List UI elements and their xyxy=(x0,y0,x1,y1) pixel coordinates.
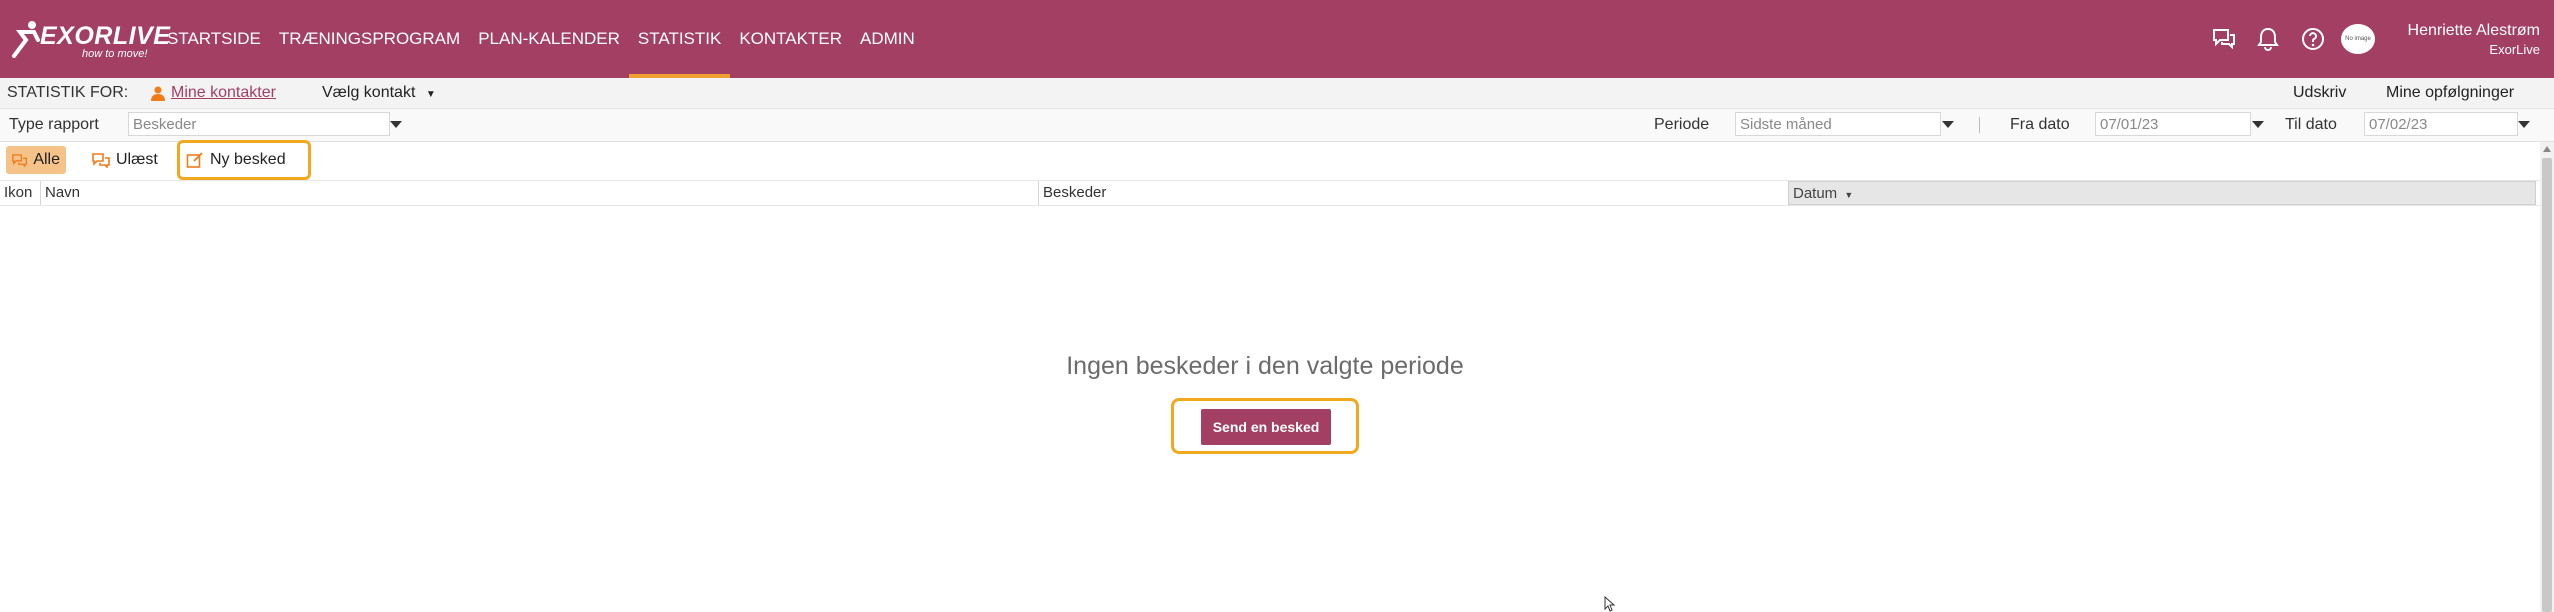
unread-chat-icon xyxy=(92,153,110,168)
nav-plan-kalender[interactable]: PLAN-KALENDER xyxy=(469,0,629,78)
from-date-caret-icon[interactable] xyxy=(2252,121,2264,128)
scrollbar-thumb[interactable] xyxy=(2542,158,2552,612)
user-avatar[interactable]: No image xyxy=(2341,24,2375,54)
to-date-caret-icon[interactable] xyxy=(2518,121,2530,128)
my-followups-link[interactable]: Mine opfølgninger xyxy=(2386,84,2514,102)
period-select[interactable]: Sidste måned xyxy=(1735,112,1941,136)
person-icon xyxy=(151,86,165,101)
choose-contact-label: Vælg kontakt xyxy=(322,84,416,101)
send-message-highlight: Send en besked xyxy=(1171,398,1359,454)
my-contacts-label: Mine kontakter xyxy=(171,84,276,101)
column-messages[interactable]: Beskeder xyxy=(1038,181,1786,205)
from-date-input[interactable]: 07/01/23 xyxy=(2095,112,2251,136)
column-icon[interactable]: Ikon xyxy=(0,181,40,205)
messages-table-header: Ikon Navn Beskeder Datum ▼ xyxy=(0,180,2540,206)
period-caret-icon[interactable] xyxy=(1942,121,1954,128)
mouse-cursor-icon xyxy=(1604,596,1616,612)
nav-traeningsprogram[interactable]: TRÆNINGSPROGRAM xyxy=(270,0,469,78)
report-type-label: Type rapport xyxy=(9,116,99,133)
statistic-for-label: STATISTIK FOR: xyxy=(7,84,129,101)
help-icon[interactable] xyxy=(2300,26,2326,52)
report-type-caret-icon[interactable] xyxy=(390,121,402,128)
filter-all-button[interactable]: Alle xyxy=(6,146,66,174)
user-organization: ExorLive xyxy=(2489,42,2540,57)
to-date-input[interactable]: 07/02/23 xyxy=(2364,112,2518,136)
to-date-label: Til dato xyxy=(2285,116,2337,133)
send-message-button[interactable]: Send en besked xyxy=(1201,409,1331,445)
new-message-button[interactable]: Ny besked xyxy=(177,140,311,180)
report-type-select[interactable]: Beskeder xyxy=(128,112,390,136)
logo-tagline: how to move! xyxy=(82,48,148,60)
column-name[interactable]: Navn xyxy=(40,181,1038,205)
caret-down-icon: ▼ xyxy=(425,89,436,100)
nav-statistik[interactable]: STATISTIK xyxy=(628,0,731,78)
print-link[interactable]: Udskriv xyxy=(2293,84,2346,102)
new-message-label: Ny besked xyxy=(210,151,286,168)
filter-divider xyxy=(1979,117,1980,133)
period-label: Periode xyxy=(1654,116,1710,133)
nav-startside[interactable]: STARTSIDE xyxy=(158,0,270,78)
empty-state-message: Ingen beskeder i den valgte periode xyxy=(1066,352,1464,380)
bell-icon[interactable] xyxy=(2255,26,2281,52)
my-contacts-link[interactable]: Mine kontakter xyxy=(150,84,276,102)
top-navigation-bar: EXORLIVE how to move! STARTSIDE TRÆNINGS… xyxy=(0,0,2554,78)
filter-unread-button[interactable]: Ulæst xyxy=(86,146,168,174)
exorlive-logo[interactable]: EXORLIVE how to move! xyxy=(10,18,170,62)
statistic-for-bar: STATISTIK FOR: Mine kontakter Vælg konta… xyxy=(0,78,2554,109)
user-name[interactable]: Henriette Alestrøm xyxy=(2390,22,2540,40)
filter-bar: Type rapport Beskeder Periode Sidste mån… xyxy=(0,109,2554,142)
nav-kontakter[interactable]: KONTAKTER xyxy=(730,0,851,78)
scroll-up-icon[interactable] xyxy=(2543,146,2551,152)
compose-icon xyxy=(186,152,203,168)
column-date-label: Datum xyxy=(1793,185,1838,202)
nav-admin[interactable]: ADMIN xyxy=(851,0,924,78)
logo-text: EXORLIVE xyxy=(40,22,171,50)
chat-icon[interactable] xyxy=(2211,26,2237,52)
choose-contact-dropdown[interactable]: Vælg kontakt ▼ xyxy=(322,84,436,102)
chat-bubbles-icon xyxy=(12,154,28,168)
vertical-scrollbar[interactable] xyxy=(2540,142,2554,612)
main-nav: STARTSIDE TRÆNINGSPROGRAM PLAN-KALENDER … xyxy=(158,0,924,78)
from-date-label: Fra dato xyxy=(2010,116,2070,133)
column-date[interactable]: Datum ▼ xyxy=(1788,181,2536,205)
filter-unread-label: Ulæst xyxy=(116,151,158,168)
message-toolbar: Alle Ulæst Ny besked xyxy=(0,140,2540,180)
runner-logo-icon xyxy=(12,21,40,58)
sort-caret-icon: ▼ xyxy=(1844,190,1854,200)
filter-all-label: Alle xyxy=(33,151,60,168)
